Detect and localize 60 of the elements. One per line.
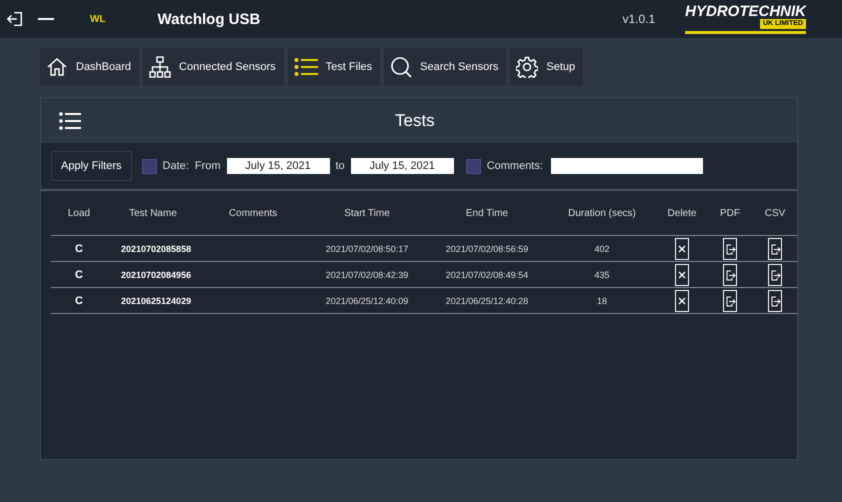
nav-button[interactable]: DashBoard [40, 48, 140, 86]
delete-icon[interactable] [675, 290, 689, 312]
nav-button[interactable]: Search Sensors [384, 48, 506, 86]
comments-field[interactable] [550, 158, 703, 174]
load-button[interactable]: C [75, 268, 83, 280]
column-header: Comments [228, 208, 278, 218]
nav-button[interactable]: Connected Sensors [143, 48, 284, 86]
list-icon [294, 56, 318, 78]
date-field[interactable]: July 15, 2021 [226, 158, 330, 174]
column-header: Delete [666, 208, 698, 218]
nav-button[interactable]: Setup [510, 48, 584, 86]
export-icon[interactable] [723, 290, 737, 312]
column-header: Start Time [343, 208, 391, 218]
to-label: to [336, 160, 345, 172]
table-cell-text: 2021/06/25/12:40:09 [324, 296, 410, 306]
checkbox[interactable] [466, 158, 481, 174]
version-label: v1.0.1 [622, 12, 656, 26]
column-header: PDF [719, 208, 741, 218]
table-cell-text: 435 [593, 270, 611, 280]
delete-icon[interactable] [675, 264, 689, 286]
date-label: Date: [162, 160, 189, 172]
delete-icon[interactable] [675, 238, 689, 260]
export-icon[interactable] [768, 264, 782, 286]
date-field[interactable]: July 15, 2021 [350, 158, 454, 174]
table-cell-text: 2021/07/02/08:56:59 [444, 244, 530, 254]
from-label: From [194, 160, 220, 172]
column-header: Load [66, 208, 92, 218]
table-cell-text: 2021/07/02/08:50:17 [324, 244, 410, 254]
load-button[interactable]: C [75, 242, 83, 254]
table-cell-text: 20210702085858 [120, 244, 192, 254]
export-icon[interactable] [723, 264, 737, 286]
comments-label: Comments: [486, 160, 543, 172]
export-icon[interactable] [768, 290, 782, 312]
table-cell-text: 20210702084956 [120, 270, 192, 280]
table-cell-text: 20210625124029 [120, 296, 192, 306]
column-header: End Time [464, 208, 510, 218]
network-icon [149, 56, 172, 78]
column-header: CSV [764, 208, 786, 218]
menu-icon[interactable] [59, 110, 81, 130]
exit-icon[interactable] [6, 10, 24, 28]
table-cell-text: 18 [596, 296, 608, 306]
load-button[interactable]: C [75, 294, 83, 306]
panel-title: Tests [395, 110, 435, 130]
nav-button[interactable]: Test Files [288, 48, 380, 86]
table-cell-text: 2021/06/25/12:40:28 [444, 296, 530, 306]
home-icon [46, 56, 68, 78]
app-logo: WL [90, 14, 106, 24]
table-cell-text: 2021/07/02/08:42:39 [324, 270, 410, 280]
search-icon [390, 56, 412, 78]
export-icon[interactable] [723, 238, 737, 260]
minimize-icon[interactable] [38, 17, 54, 21]
settings-icon [516, 56, 538, 78]
table-cell-text: 402 [593, 244, 611, 254]
column-header: Test Name [128, 208, 178, 218]
checkbox[interactable] [142, 158, 157, 174]
table-cell-text: 2021/07/02/08:49:54 [444, 270, 530, 280]
apply-filters-button[interactable]: Apply Filters [51, 151, 132, 181]
window-title: Watchlog USB [158, 10, 260, 28]
column-header: Duration (secs) [567, 208, 637, 218]
export-icon[interactable] [768, 238, 782, 260]
